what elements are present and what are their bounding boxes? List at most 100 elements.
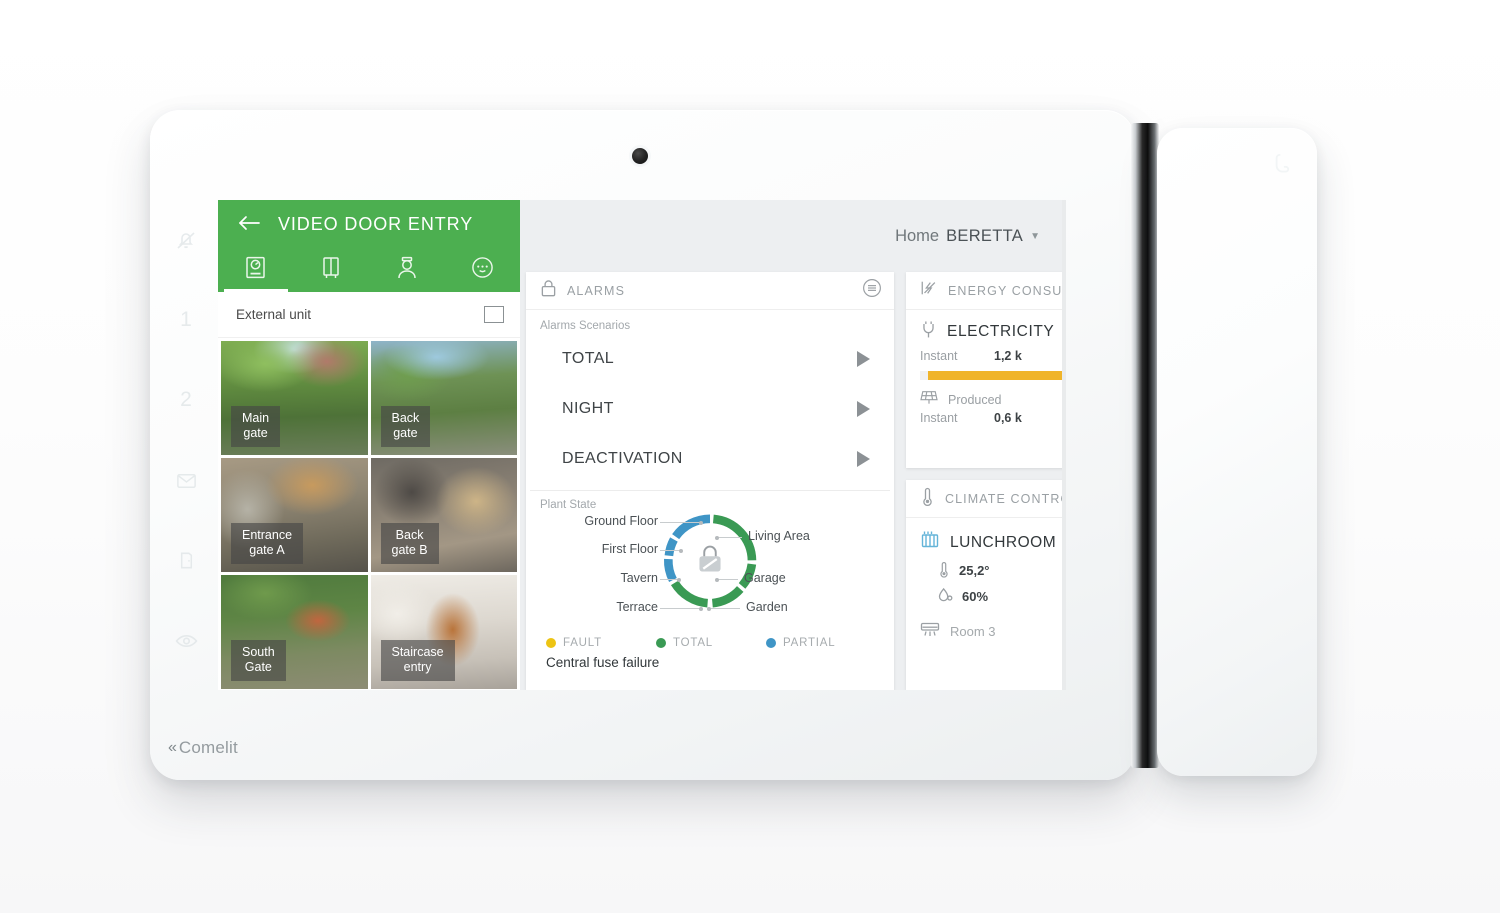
device-scene: 1 2 « Comelit VIDEO DOOR ENTRY External … (0, 0, 1500, 913)
legend-dot-partial (766, 638, 776, 648)
play-icon[interactable] (857, 451, 870, 467)
scenario-label: DEACTIVATION (562, 450, 683, 467)
eye-icon[interactable] (169, 624, 203, 658)
air-conditioner-icon (920, 621, 940, 641)
external-unit-row[interactable]: External unit (218, 292, 520, 338)
climate-body: LUNCHROOM 25,2° 60% Room 3 (906, 518, 1062, 641)
right-card-stack: ENERGY CONSUM ELECTRICITY Instant 1,2 k … (906, 272, 1062, 690)
scenario-row-deactivation[interactable]: DEACTIVATION (540, 434, 880, 484)
dashboard-header: Home BERETTA ▼ (520, 200, 1062, 272)
plant-state-ring-chart: Ground Floor First Floor Tavern Terrace … (540, 513, 880, 633)
climate-card-title: CLIMATE CONTRO (945, 491, 1062, 506)
camera-tile[interactable]: Back gate B (370, 458, 517, 572)
leader-line (715, 535, 742, 540)
produced-instant-label: Instant (920, 411, 958, 425)
produced-label: Produced (948, 392, 1002, 407)
camera-label: Main gate (231, 406, 281, 447)
energy-bar-fill (928, 371, 1062, 380)
instant-label: Instant (920, 349, 958, 363)
climate-room-row[interactable]: LUNCHROOM (920, 530, 1062, 555)
dashboard-cards: ALARMS Alarms Scenarios TOTAL NIGHT DEAC… (520, 272, 1062, 690)
energy-bar-track (920, 371, 1062, 380)
energy-card-header: ENERGY CONSUM (906, 272, 1062, 310)
page-title: VIDEO DOOR ENTRY (278, 214, 474, 234)
legend-item-fault: FAULT (546, 637, 656, 649)
tab-door[interactable] (294, 248, 370, 292)
bezel-button-strip: 1 2 (160, 215, 212, 670)
back-arrow-icon[interactable] (238, 215, 260, 235)
ring-label-garden: Garden (746, 600, 788, 614)
energy-consumption-card: ENERGY CONSUM ELECTRICITY Instant 1,2 k … (906, 272, 1062, 468)
camera-tile[interactable]: Staircase entry (370, 575, 517, 689)
door-icon[interactable] (169, 544, 203, 578)
camera-label: Back gate (380, 406, 431, 447)
handset-gap (1131, 123, 1159, 768)
dashboard-panel: Home BERETTA ▼ ALARMS Alarms Scenarios T… (520, 200, 1062, 690)
touchscreen[interactable]: VIDEO DOOR ENTRY External unit Main gate… (218, 200, 1062, 690)
power-plug-icon (920, 320, 937, 344)
phone-handset-icon[interactable] (1271, 150, 1297, 181)
bell-mute-icon[interactable] (169, 223, 203, 257)
comelit-chevron-icon: « (168, 739, 177, 756)
climate-other-room-row[interactable]: Room 3 (920, 607, 1062, 641)
door-key-icon[interactable] (1220, 733, 1254, 754)
home-selector[interactable]: Home BERETTA ▼ (895, 227, 1040, 246)
comelit-wordmark: Comelit (178, 738, 238, 757)
video-door-entry-panel: VIDEO DOOR ENTRY External unit Main gate… (218, 200, 520, 690)
tab-concierge[interactable] (369, 248, 445, 292)
leader-line (707, 606, 740, 611)
comelit-logo: « Comelit (168, 738, 238, 758)
climate-temperature-value: 25,2° (959, 563, 990, 578)
hamburger-circle-icon[interactable] (862, 278, 882, 303)
legend-item-partial: PARTIAL (766, 637, 876, 649)
plant-state-section: Plant State Ground Floor First Floor Tav… (526, 491, 894, 670)
climate-room-name: LUNCHROOM (950, 533, 1057, 551)
climate-other-room-label: Room 3 (950, 623, 996, 639)
ring-label-living-area: Living Area (748, 529, 810, 543)
button-2[interactable]: 2 (169, 383, 203, 417)
energy-bolt-icon (920, 279, 938, 302)
scenario-label: TOTAL (562, 350, 615, 367)
external-unit-label: External unit (236, 307, 312, 322)
camera-tile[interactable]: South Gate (221, 575, 368, 689)
scenario-row-night[interactable]: NIGHT (540, 384, 880, 434)
play-icon[interactable] (857, 351, 870, 367)
produced-row: Produced (920, 389, 1062, 410)
scenario-label: NIGHT (562, 400, 614, 417)
play-icon[interactable] (857, 401, 870, 417)
alarms-body: Alarms Scenarios TOTAL NIGHT DEACTIVATIO… (526, 310, 894, 484)
produced-instant-value: 0,6 k (994, 411, 1022, 425)
produced-instant-row: Instant 0,6 k (920, 410, 1062, 426)
camera-label: Entrance gate A (231, 523, 304, 564)
alarms-card-header: ALARMS (526, 272, 894, 310)
plant-state-ring-svg (664, 514, 757, 608)
legend-item-total: TOTAL (656, 637, 766, 649)
leader-line (715, 577, 738, 582)
home-selector-prefix: Home (895, 226, 940, 245)
electricity-row: ELECTRICITY (920, 320, 1062, 344)
external-unit-checkbox[interactable] (484, 306, 504, 323)
camera-tile[interactable]: Back gate (370, 341, 517, 455)
tab-intercom[interactable] (218, 248, 294, 292)
handset (1157, 128, 1317, 776)
camera-tile[interactable]: Main gate (221, 341, 368, 455)
tab-more[interactable] (445, 248, 521, 292)
mail-icon[interactable] (169, 464, 203, 498)
ring-label-tavern: Tavern (620, 571, 658, 585)
chevron-down-icon[interactable]: ▼ (1030, 231, 1040, 242)
ring-label-first-floor: First Floor (601, 542, 658, 556)
climate-temperature-row: 25,2° (920, 555, 1062, 581)
camera-lens (632, 148, 648, 164)
leader-line (660, 520, 703, 525)
fault-message: Central fuse failure (546, 655, 660, 670)
camera-label: South Gate (231, 640, 286, 681)
scenario-row-total[interactable]: TOTAL (540, 334, 880, 384)
thermometer-icon (938, 560, 950, 581)
more-ellipsis-icon (471, 256, 494, 284)
ring-label-garage: Garage (744, 571, 786, 585)
button-1[interactable]: 1 (169, 303, 203, 337)
solar-panel-icon (920, 389, 938, 410)
camera-tile[interactable]: Entrance gate A (221, 458, 368, 572)
alarms-scenarios-label: Alarms Scenarios (540, 320, 631, 332)
climate-humidity-row: 60% (920, 581, 1062, 607)
